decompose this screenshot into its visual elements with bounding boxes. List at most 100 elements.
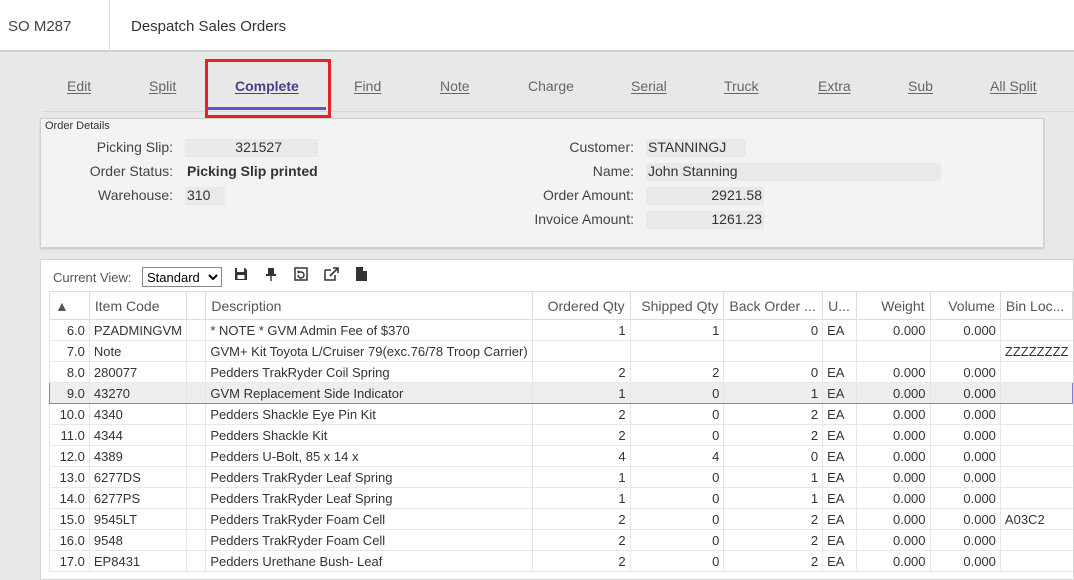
cell-back-order[interactable]: 1 bbox=[723, 487, 823, 509]
cell-unit[interactable]: EA bbox=[822, 529, 857, 551]
cell-volume[interactable]: 0.000 bbox=[929, 445, 1001, 467]
cell-volume[interactable]: 0.000 bbox=[929, 487, 1001, 509]
cell-weight[interactable]: 0.000 bbox=[856, 382, 931, 404]
table-row[interactable]: 12.0 4389 Pedders U-Bolt, 85 x 14 x 4 4 0 EA 0.… bbox=[49, 445, 1073, 467]
table-row[interactable]: 16.0 9548 Pedders TrakRyder Foam Cell 2 0 2 EA… bbox=[49, 529, 1073, 551]
table-row[interactable]: 9.0 43270 GVM Replacement Side Indicator 1 0… bbox=[49, 382, 1074, 404]
cell-ordered-qty[interactable]: 1 bbox=[531, 382, 631, 404]
cell-line-no[interactable]: 8.0 bbox=[49, 361, 90, 383]
tab-find[interactable]: Find bbox=[354, 78, 381, 94]
cell-ordered-qty[interactable]: 2 bbox=[531, 403, 631, 425]
cell-flag[interactable] bbox=[186, 382, 206, 404]
cell-bin-location[interactable] bbox=[999, 361, 1073, 383]
col-item-code[interactable]: Item Code bbox=[88, 291, 188, 320]
cell-description[interactable]: Pedders Urethane Bush- Leaf bbox=[205, 550, 533, 572]
cell-bin-location[interactable]: A03C2 bbox=[999, 508, 1073, 530]
cell-line-no[interactable]: 9.0 bbox=[49, 382, 90, 404]
col-back-order[interactable]: Back Order ... bbox=[723, 291, 824, 320]
cell-bin-location[interactable] bbox=[999, 550, 1073, 572]
cell-description[interactable]: Pedders Shackle Eye Pin Kit bbox=[205, 403, 533, 425]
table-row[interactable]: 8.0 280077 Pedders TrakRyder Coil Spring 2 2… bbox=[49, 361, 1073, 383]
table-row[interactable]: 11.0 4344 Pedders Shackle Kit 2 0 2 EA 0.000 0.0… bbox=[49, 424, 1073, 446]
cell-back-order[interactable]: 0 bbox=[723, 445, 823, 467]
cell-bin-location[interactable] bbox=[999, 466, 1073, 488]
cell-back-order[interactable]: 2 bbox=[723, 550, 823, 572]
cell-line-no[interactable]: 13.0 bbox=[49, 466, 90, 488]
cell-description[interactable]: Pedders TrakRyder Foam Cell bbox=[205, 508, 533, 530]
cell-description[interactable]: * NOTE * GVM Admin Fee of $370 bbox=[205, 319, 533, 341]
cell-bin-location[interactable] bbox=[999, 403, 1073, 425]
cell-flag[interactable] bbox=[186, 508, 206, 530]
cell-ordered-qty[interactable]: 1 bbox=[531, 487, 631, 509]
cell-line-no[interactable]: 15.0 bbox=[49, 508, 90, 530]
cell-shipped-qty[interactable]: 0 bbox=[629, 508, 724, 530]
cell-unit[interactable]: EA bbox=[822, 403, 857, 425]
col-unit[interactable]: U... bbox=[822, 291, 858, 320]
cell-unit[interactable]: EA bbox=[822, 319, 857, 341]
cell-ordered-qty[interactable]: 2 bbox=[531, 508, 631, 530]
cell-back-order[interactable]: 2 bbox=[723, 529, 823, 551]
tab-note[interactable]: Note bbox=[440, 78, 470, 94]
cell-shipped-qty[interactable]: 0 bbox=[629, 424, 724, 446]
col-shipped-qty[interactable]: Shipped Qty bbox=[629, 291, 725, 320]
table-row[interactable]: 17.0 EP8431 Pedders Urethane Bush- Leaf 2 0 2… bbox=[49, 550, 1073, 572]
cell-ordered-qty[interactable]: 1 bbox=[531, 466, 631, 488]
cell-weight[interactable]: 0.000 bbox=[856, 445, 931, 467]
current-view-select[interactable]: Standard bbox=[142, 267, 222, 287]
cell-ordered-qty[interactable] bbox=[531, 340, 631, 362]
col-weight[interactable]: Weight bbox=[856, 291, 931, 320]
cell-shipped-qty[interactable]: 0 bbox=[629, 550, 724, 572]
cell-back-order[interactable] bbox=[723, 340, 823, 362]
cell-shipped-qty[interactable]: 0 bbox=[629, 382, 724, 404]
cell-description[interactable]: Pedders U-Bolt, 85 x 14 x bbox=[205, 445, 533, 467]
cell-line-no[interactable]: 17.0 bbox=[49, 550, 90, 572]
cell-line-no[interactable]: 16.0 bbox=[49, 529, 90, 551]
cell-item-code[interactable]: 6277PS bbox=[88, 487, 187, 509]
col-volume[interactable]: Volume bbox=[929, 291, 1001, 320]
col-description[interactable]: Description bbox=[205, 291, 533, 320]
cell-flag[interactable] bbox=[186, 319, 206, 341]
cell-back-order[interactable]: 0 bbox=[723, 319, 823, 341]
cell-flag[interactable] bbox=[186, 340, 206, 362]
cell-flag[interactable] bbox=[186, 445, 206, 467]
cell-ordered-qty[interactable]: 2 bbox=[531, 550, 631, 572]
cell-description[interactable]: Pedders Shackle Kit bbox=[205, 424, 533, 446]
cell-weight[interactable]: 0.000 bbox=[856, 466, 931, 488]
cell-shipped-qty[interactable]: 0 bbox=[629, 403, 724, 425]
cell-ordered-qty[interactable]: 2 bbox=[531, 529, 631, 551]
cell-line-no[interactable]: 14.0 bbox=[49, 487, 90, 509]
cell-unit[interactable]: EA bbox=[822, 466, 857, 488]
cell-flag[interactable] bbox=[186, 529, 206, 551]
tab-serial[interactable]: Serial bbox=[631, 78, 667, 94]
cell-back-order[interactable]: 0 bbox=[723, 361, 823, 383]
cell-back-order[interactable]: 1 bbox=[723, 382, 823, 404]
cell-description[interactable]: Pedders TrakRyder Coil Spring bbox=[205, 361, 533, 383]
cell-unit[interactable]: EA bbox=[822, 508, 857, 530]
cell-bin-location[interactable] bbox=[999, 487, 1073, 509]
cell-item-code[interactable]: 6277DS bbox=[88, 466, 187, 488]
cell-item-code[interactable]: EP8431 bbox=[88, 550, 187, 572]
cell-weight[interactable]: 0.000 bbox=[856, 487, 931, 509]
cell-ordered-qty[interactable]: 1 bbox=[531, 319, 631, 341]
cell-ordered-qty[interactable]: 2 bbox=[531, 424, 631, 446]
cell-shipped-qty[interactable]: 1 bbox=[629, 319, 724, 341]
cell-shipped-qty[interactable]: 0 bbox=[629, 466, 724, 488]
cell-line-no[interactable]: 12.0 bbox=[49, 445, 90, 467]
cell-weight[interactable] bbox=[856, 340, 931, 362]
cell-weight[interactable]: 0.000 bbox=[856, 361, 931, 383]
cell-bin-location[interactable] bbox=[999, 319, 1073, 341]
cell-back-order[interactable]: 1 bbox=[723, 466, 823, 488]
cell-bin-location[interactable] bbox=[999, 529, 1073, 551]
cell-weight[interactable]: 0.000 bbox=[856, 403, 931, 425]
cell-back-order[interactable]: 2 bbox=[723, 403, 823, 425]
table-row[interactable]: 14.0 6277PS Pedders TrakRyder Leaf Spring 1… bbox=[49, 487, 1073, 509]
cell-flag[interactable] bbox=[186, 487, 206, 509]
document-icon[interactable] bbox=[353, 267, 369, 283]
table-row[interactable]: 7.0 Note GVM+ Kit Toyota L/Cruiser 79(exc.… bbox=[49, 340, 1073, 362]
cell-description[interactable]: Pedders TrakRyder Foam Cell bbox=[205, 529, 533, 551]
cell-unit[interactable]: EA bbox=[822, 361, 857, 383]
save-icon[interactable] bbox=[233, 267, 249, 283]
cell-unit[interactable]: EA bbox=[822, 382, 857, 404]
cell-weight[interactable]: 0.000 bbox=[856, 508, 931, 530]
tab-sub[interactable]: Sub bbox=[908, 78, 933, 94]
